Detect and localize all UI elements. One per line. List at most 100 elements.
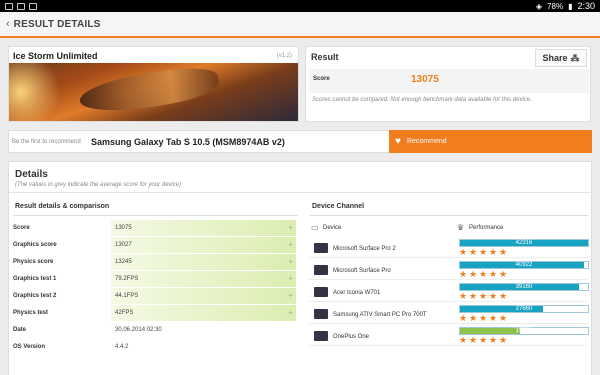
device-name: Microsoft Surface Pro 2 xyxy=(333,246,396,252)
device-name: Samsung ATIV Smart PC Pro 700T xyxy=(333,312,427,318)
result-details-heading: Result details & comparison xyxy=(15,203,110,210)
expand-plus-icon[interactable]: + xyxy=(288,240,293,249)
recommend-button[interactable]: ♥ Recommend xyxy=(389,130,592,153)
recommend-label: Recommend xyxy=(406,138,447,145)
performance-column-label: Performance xyxy=(469,225,504,231)
star-icon: ★ xyxy=(489,313,498,323)
details-title: Details xyxy=(15,169,48,180)
row-value: 13027 xyxy=(115,242,132,248)
expand-plus-icon[interactable]: + xyxy=(288,257,293,266)
row-value-box: 13245 + xyxy=(111,254,296,270)
device-name: Microsoft Surface Pro xyxy=(333,268,391,274)
star-icon: ★ xyxy=(479,313,488,323)
row-value-box: 13075 + xyxy=(111,220,296,236)
result-note: Scores cannot be compared. Not enough be… xyxy=(312,97,532,103)
row-value: 30.06.2014 02:30 xyxy=(115,327,162,333)
row-label: Physics score xyxy=(13,259,54,265)
battery-icon: ▮ xyxy=(568,1,573,11)
back-arrow-icon[interactable]: ‹ xyxy=(6,18,10,30)
performance-score: 42316 xyxy=(515,240,533,246)
row-label: Score xyxy=(13,225,30,231)
row-value-box: 42FPS + xyxy=(111,305,296,321)
row-value: 44.1FPS xyxy=(115,293,139,299)
device-name: OnePlus One xyxy=(333,334,370,340)
star-icon: ★ xyxy=(459,335,468,345)
star-icon: ★ xyxy=(459,313,468,323)
star-icon: ★ xyxy=(489,335,498,345)
expand-plus-icon[interactable]: + xyxy=(288,223,293,232)
star-icon: ★ xyxy=(459,247,468,257)
row-value: 4.4.2 xyxy=(115,344,129,350)
device-column-label: Device xyxy=(323,225,342,231)
result-heading: Result xyxy=(311,52,339,62)
performance-bar: 39160 xyxy=(459,283,589,291)
test-name: Ice Storm Unlimited xyxy=(13,51,98,61)
row-label: Physics test xyxy=(13,310,49,316)
performance-score: 39160 xyxy=(515,284,533,290)
result-row-graphics-score: Graphics score 13027 + xyxy=(13,237,298,253)
star-icon: ★ xyxy=(499,313,508,323)
row-value: 13075 xyxy=(115,225,132,231)
test-banner-image xyxy=(9,63,298,121)
performance-bar: 27660 xyxy=(459,305,589,313)
star-icon: ★ xyxy=(459,291,468,301)
expand-plus-icon[interactable]: + xyxy=(288,274,293,283)
device-row[interactable]: OnePlus One 19750 ★ ★ ★ ★ ★ xyxy=(309,326,589,346)
divider xyxy=(309,215,588,216)
recommend-first-text: Be the first to recommend xyxy=(12,139,81,145)
device-icon: ▭ xyxy=(311,223,319,232)
device-row[interactable]: Samsung ATIV Smart PC Pro 700T 27660 ★ ★ ★… xyxy=(309,304,589,324)
score-label: Score xyxy=(313,76,330,82)
app-bar: ‹ RESULT DETAILS xyxy=(0,12,600,38)
row-value-box: 79.2FPS + xyxy=(111,271,296,287)
row-label: Date xyxy=(13,327,27,333)
star-icon: ★ xyxy=(479,269,488,279)
row-label: Graphics test 1 xyxy=(13,276,57,282)
expand-plus-icon[interactable]: + xyxy=(288,291,293,300)
device-thumbnail xyxy=(314,265,328,275)
performance-bar: 19750 xyxy=(459,327,589,335)
device-name: Acer Iconia W701 xyxy=(333,290,381,296)
device-row[interactable]: Acer Iconia W701 39160 ★ ★ ★ ★ ★ xyxy=(309,282,589,302)
device-thumbnail xyxy=(314,309,328,319)
star-icon: ★ xyxy=(499,247,508,257)
battery-percent: 78% xyxy=(547,1,564,11)
device-row[interactable]: Microsoft Surface Pro 40922 ★ ★ ★ ★ ★ xyxy=(309,260,589,280)
result-row-physics-test: Physics test 42FPS + xyxy=(13,305,298,321)
star-rating: ★ ★ ★ ★ ★ xyxy=(459,314,508,323)
result-row-os-version: OS Version 4.4.2 xyxy=(13,339,298,355)
wifi-icon: ◈ xyxy=(535,1,543,11)
performance-score: 27660 xyxy=(515,306,533,312)
row-value-box: 44.1FPS + xyxy=(111,288,296,304)
row-label: OS Version xyxy=(13,344,46,350)
row-value-box: 4.4.2 xyxy=(111,339,296,355)
share-button[interactable]: Share ⁂ xyxy=(535,49,587,67)
star-icon: ★ xyxy=(479,335,488,345)
heart-icon: ♥ xyxy=(395,136,401,147)
details-subtitle: (The values in grey indicate the average… xyxy=(15,182,182,188)
row-value: 79.2FPS xyxy=(115,276,139,282)
device-channel-header: ▭ Device ♛ Performance xyxy=(309,221,588,235)
star-icon: ★ xyxy=(469,247,478,257)
result-row-physics-score: Physics score 13245 + xyxy=(13,254,298,270)
device-channel-heading: Device Channel xyxy=(312,203,365,210)
expand-plus-icon[interactable]: + xyxy=(288,308,293,317)
spaceship-graphic xyxy=(77,63,221,117)
performance-bar: 40922 xyxy=(459,261,589,269)
score-row: Score 13075 xyxy=(309,69,589,93)
row-label: Graphics test 2 xyxy=(13,293,57,299)
device-thumbnail xyxy=(314,243,328,253)
row-label: Graphics score xyxy=(13,242,57,248)
row-value-box: 30.06.2014 02:30 xyxy=(111,322,296,338)
star-icon: ★ xyxy=(489,247,498,257)
device-row[interactable]: Microsoft Surface Pro 2 42316 ★ ★ ★ ★ ★ xyxy=(309,238,589,258)
divider xyxy=(9,192,593,193)
page-title: RESULT DETAILS xyxy=(13,18,101,30)
test-card: Ice Storm Unlimited (v1.2) xyxy=(8,46,299,122)
device-name: Samsung Galaxy Tab S 10.5 (MSM8974AB v2) xyxy=(91,137,285,147)
star-icon: ★ xyxy=(479,291,488,301)
star-icon: ★ xyxy=(469,269,478,279)
star-icon: ★ xyxy=(479,247,488,257)
recommend-bar: Be the first to recommend Samsung Galaxy… xyxy=(8,130,592,153)
star-icon: ★ xyxy=(469,291,478,301)
